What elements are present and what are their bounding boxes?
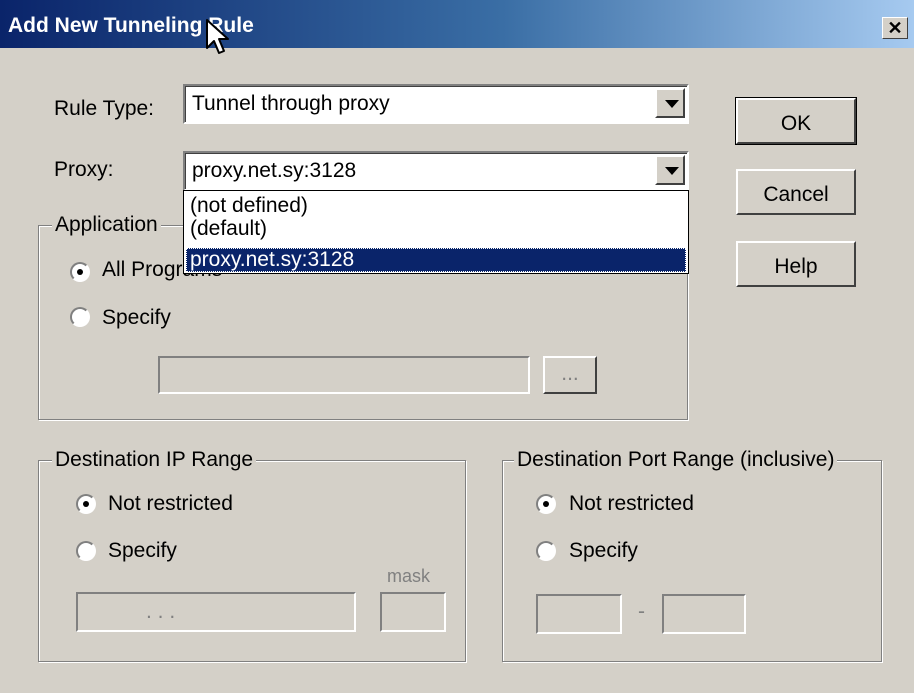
close-icon: ✕ — [887, 18, 903, 38]
proxy-label: Proxy: — [54, 158, 114, 181]
help-button[interactable]: Help — [736, 241, 856, 287]
port-not-restricted-label: Not restricted — [569, 492, 694, 515]
browse-button[interactable]: ... — [543, 356, 597, 394]
port-from-field[interactable] — [536, 594, 622, 634]
destination-port-group-label: Destination Port Range (inclusive) — [514, 448, 838, 472]
chevron-down-icon — [665, 167, 679, 175]
port-specify-label: Specify — [569, 539, 638, 562]
rule-type-dropdown-button[interactable] — [655, 88, 685, 118]
port-not-restricted-radio[interactable] — [536, 494, 556, 514]
ip-separators: . . . — [146, 600, 176, 623]
port-specify-radio[interactable] — [536, 541, 556, 561]
mask-field[interactable] — [380, 592, 446, 632]
proxy-option-not-defined[interactable]: (not defined) — [186, 194, 686, 218]
proxy-select[interactable]: proxy.net.sy:3128 — [183, 151, 689, 191]
ip-specify-radio[interactable] — [76, 541, 96, 561]
chevron-down-icon — [665, 100, 679, 108]
proxy-option-default[interactable]: (default) — [186, 217, 686, 241]
application-group-label: Application — [52, 213, 161, 237]
all-programs-radio[interactable] — [70, 262, 90, 282]
cancel-button[interactable]: Cancel — [736, 169, 856, 215]
port-to-field[interactable] — [662, 594, 746, 634]
rule-type-label: Rule Type: — [54, 97, 155, 120]
rule-type-select[interactable]: Tunnel through proxy — [183, 84, 689, 124]
ip-not-restricted-radio[interactable] — [76, 494, 96, 514]
application-specify-label: Specify — [102, 306, 171, 329]
mouse-cursor-icon — [206, 19, 229, 54]
proxy-value: proxy.net.sy:3128 — [192, 159, 357, 182]
application-specify-radio[interactable] — [70, 307, 90, 327]
ip-not-restricted-label: Not restricted — [108, 492, 233, 515]
rule-type-value: Tunnel through proxy — [192, 92, 390, 115]
port-range-separator: - — [638, 600, 645, 623]
mask-label: mask — [387, 566, 431, 586]
proxy-dropdown-button[interactable] — [655, 155, 685, 185]
close-button[interactable]: ✕ — [882, 17, 908, 39]
proxy-dropdown-list: (not defined) (default) proxy.net.sy:312… — [183, 190, 689, 274]
ip-specify-label: Specify — [108, 539, 177, 562]
application-path-field[interactable] — [158, 356, 530, 394]
ok-button[interactable]: OK — [735, 97, 857, 145]
ip-address-field[interactable]: . . . — [76, 592, 356, 632]
proxy-option-selected[interactable]: proxy.net.sy:3128 — [186, 248, 686, 272]
title-bar: Add New Tunneling Rule ✕ — [0, 0, 914, 48]
destination-ip-group-label: Destination IP Range — [52, 448, 257, 472]
